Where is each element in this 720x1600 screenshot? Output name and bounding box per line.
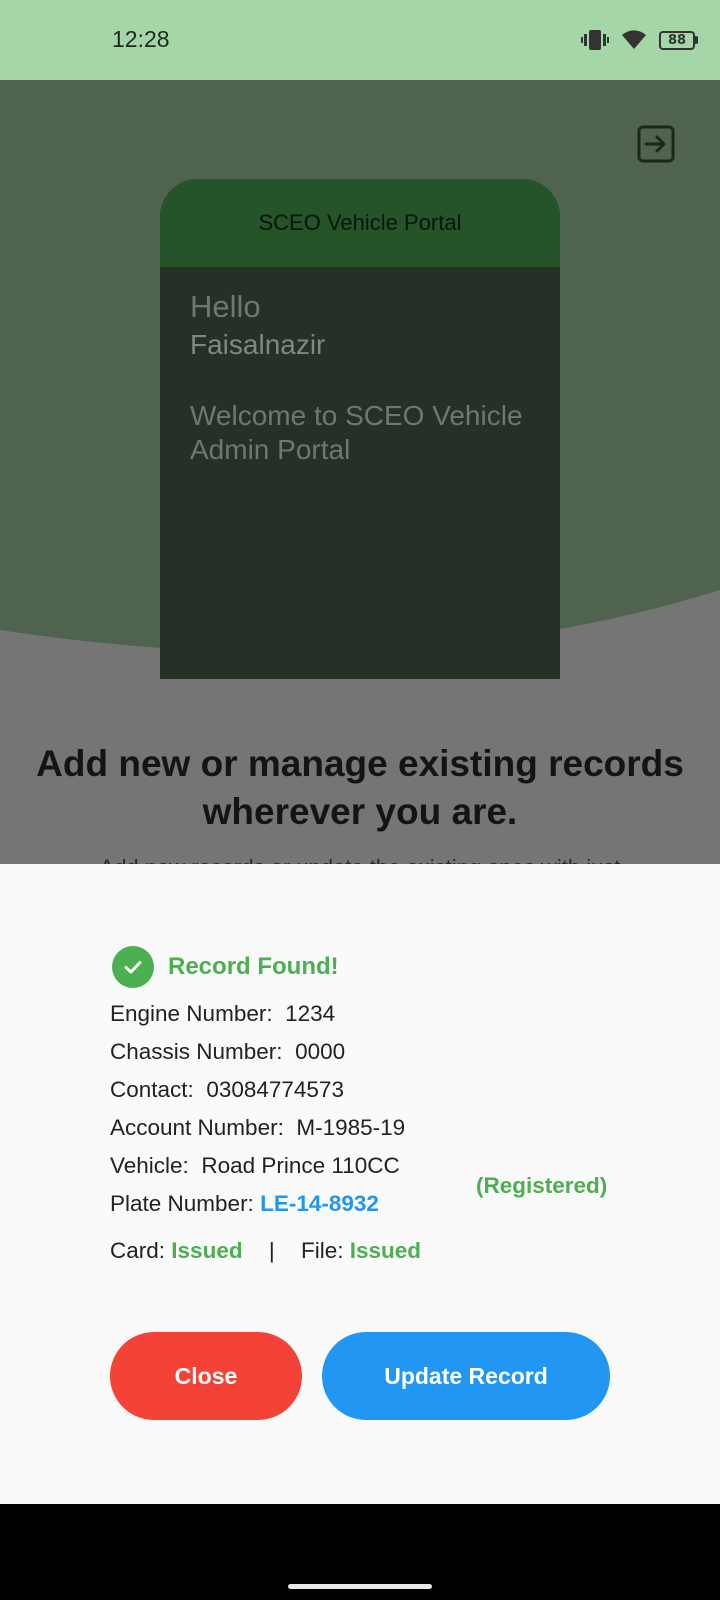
logout-button[interactable]	[636, 124, 676, 164]
home-indicator[interactable]	[288, 1584, 432, 1589]
record-bottom-sheet: Record Found! Engine Number: 1234 Chassi…	[0, 864, 720, 1504]
plate-number-label: Plate Number:	[110, 1191, 254, 1216]
record-found-text: Record Found!	[168, 953, 339, 980]
welcome-text: Welcome to SCEO Vehicle Admin Portal	[190, 400, 523, 465]
user-name: Faisalnazir	[190, 329, 326, 360]
engine-number-label: Engine Number:	[110, 1001, 273, 1026]
vehicle-row: Vehicle: Road Prince 110CC	[110, 1153, 400, 1179]
account-number-label: Account Number:	[110, 1115, 284, 1140]
card-label: Card:	[110, 1238, 166, 1263]
file-status-value: Issued	[349, 1238, 422, 1263]
page-subline: Add new records or update the existing o…	[0, 855, 720, 864]
plate-number-row: Plate Number: LE-14-8932	[110, 1191, 379, 1217]
battery-level: 88	[659, 30, 695, 50]
chassis-number-row: Chassis Number: 0000	[110, 1039, 345, 1065]
update-record-button[interactable]: Update Record	[322, 1332, 610, 1420]
status-time: 12:28	[112, 26, 170, 52]
engine-number-row: Engine Number: 1234	[110, 1001, 335, 1027]
vehicle-value: Road Prince 110CC	[201, 1153, 400, 1178]
contact-label: Contact:	[110, 1077, 194, 1102]
file-label: File:	[300, 1238, 344, 1263]
portal-card-title: SCEO Vehicle Portal	[160, 179, 560, 267]
card-file-separator: |	[268, 1238, 275, 1263]
check-circle-icon	[112, 946, 154, 988]
battery-icon: 88	[659, 30, 698, 50]
card-file-row: Card: Issued | File: Issued	[110, 1238, 421, 1264]
vehicle-label: Vehicle:	[110, 1153, 189, 1178]
chassis-number-value: 0000	[295, 1039, 346, 1064]
contact-row: Contact: 03084774573	[110, 1077, 344, 1103]
card-status-value: Issued	[171, 1238, 243, 1263]
wifi-icon	[622, 30, 646, 49]
page-headline: Add new or manage existing records where…	[36, 743, 684, 832]
navigation-bar	[0, 1504, 720, 1600]
status-icons: 88	[581, 24, 698, 56]
record-found-header: Record Found!	[112, 946, 339, 988]
engine-number-value: 1234	[285, 1001, 336, 1026]
logout-icon	[637, 125, 675, 163]
chassis-number-label: Chassis Number:	[110, 1039, 283, 1064]
vehicle-status-badge: (Registered)	[476, 1173, 608, 1198]
status-bar: 12:28 88	[0, 0, 720, 80]
account-number-row: Account Number: M-1985-19	[110, 1115, 405, 1141]
greeting-text: Hello	[190, 289, 261, 324]
account-number-value: M-1985-19	[296, 1115, 406, 1140]
contact-value: 03084774573	[206, 1077, 344, 1102]
close-button[interactable]: Close	[110, 1332, 302, 1420]
app-background: SCEO Vehicle Portal Hello Faisalnazir We…	[0, 80, 720, 864]
vibrate-icon	[581, 30, 609, 50]
plate-number-value: LE-14-8932	[260, 1191, 379, 1216]
portal-card: SCEO Vehicle Portal Hello Faisalnazir We…	[160, 179, 560, 679]
